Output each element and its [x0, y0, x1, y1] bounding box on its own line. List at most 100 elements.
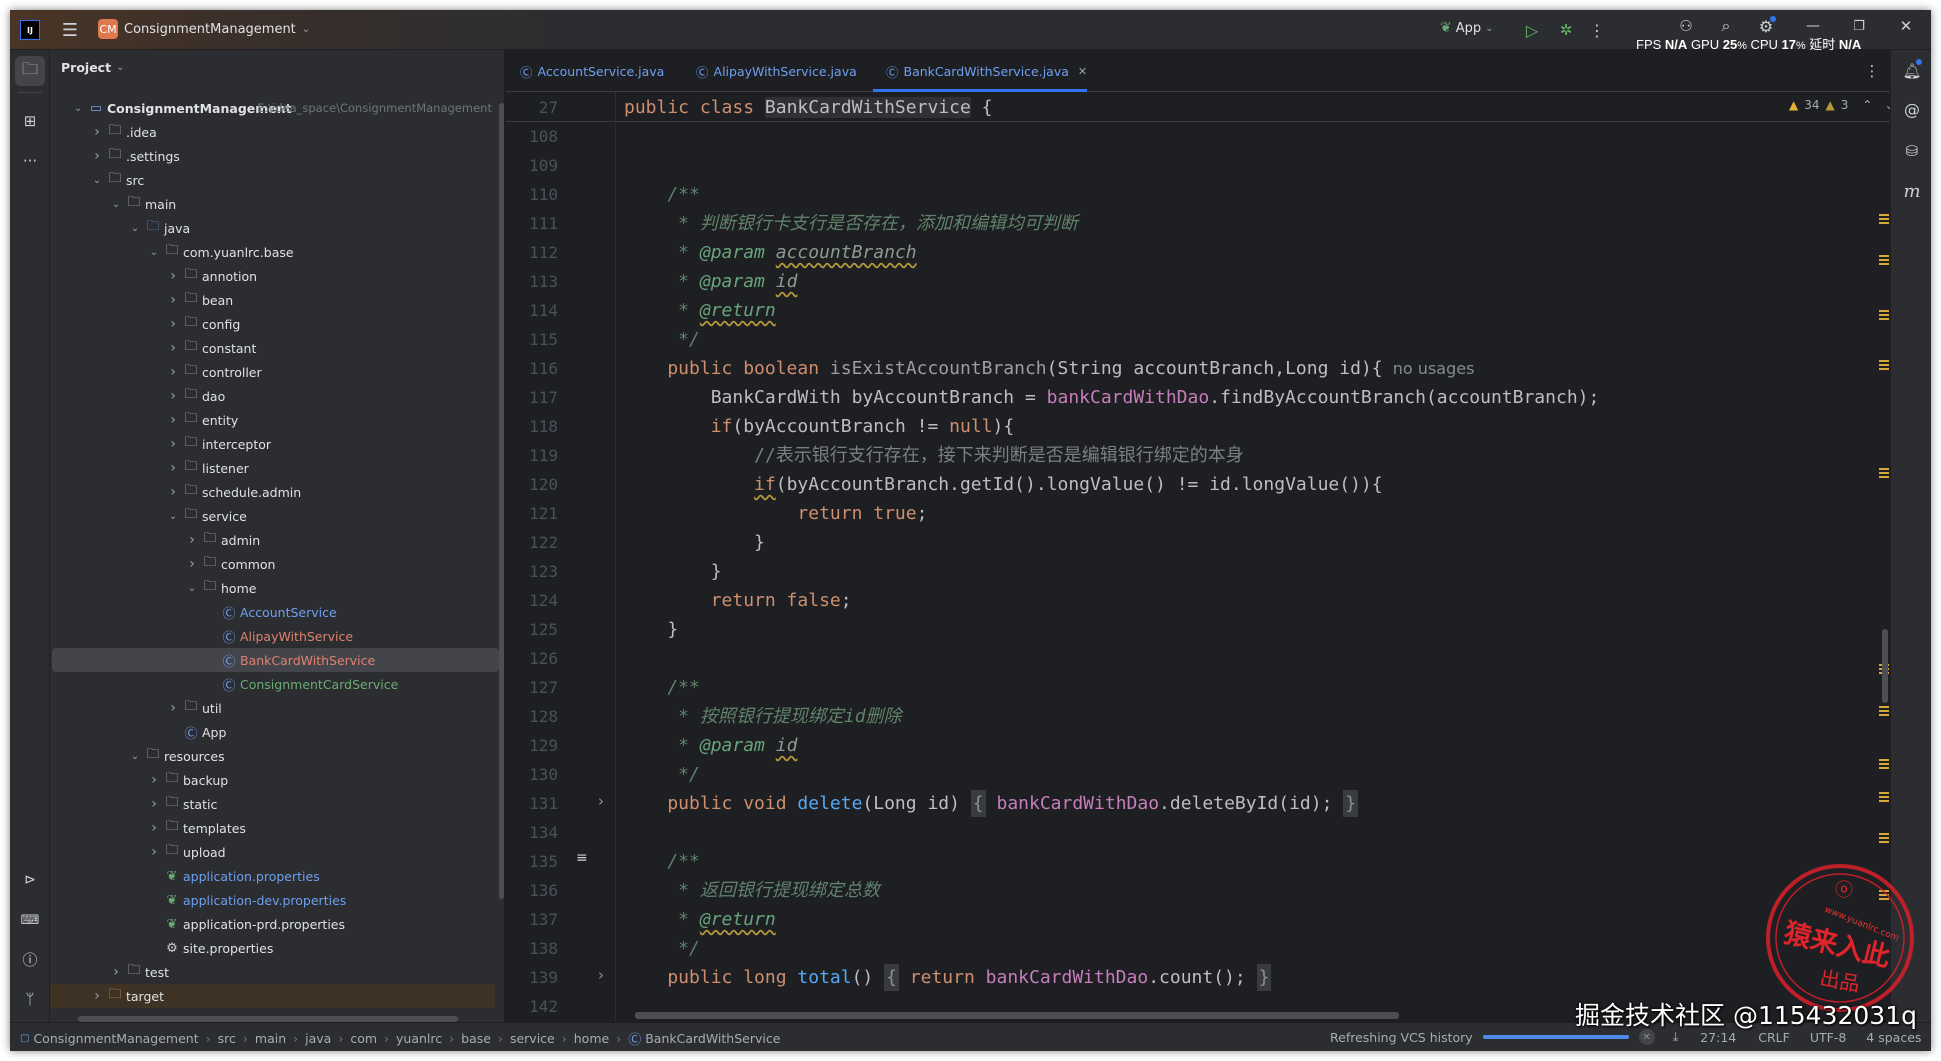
tree-item[interactable]: › 🗀 admin — [50, 528, 495, 552]
maven-icon[interactable]: m — [1897, 176, 1927, 206]
breadcrumb-item[interactable]: base — [461, 1031, 491, 1046]
chevron-down-icon[interactable]: ⌄ — [186, 583, 198, 594]
warning-stripe-mark[interactable] — [1879, 255, 1889, 257]
tree-item[interactable]: ⌄ 🗀 src — [50, 168, 495, 192]
breadcrumb-item[interactable]: src — [218, 1031, 236, 1046]
breadcrumb-item[interactable]: home — [574, 1031, 609, 1046]
chevron-right-icon[interactable]: › — [91, 124, 103, 140]
folded-code-placeholder[interactable]: } — [1256, 964, 1272, 991]
inspection-widget[interactable]: ▲ 34 ▲ 3 ⌃ ⌄ — [1789, 98, 1890, 112]
breadcrumb-item[interactable]: service — [510, 1031, 555, 1046]
chevron-right-icon[interactable]: › — [186, 556, 198, 572]
breadcrumb-item[interactable]: yuanlrc — [396, 1031, 442, 1046]
tree-item[interactable]: › 🗀 constant — [50, 336, 495, 360]
tree-item[interactable]: ❦ application-prd.properties — [50, 912, 495, 936]
tree-item[interactable]: › 🗀 test — [50, 960, 495, 984]
close-tab-icon[interactable]: ✕ — [1078, 65, 1087, 78]
breadcrumb-item[interactable]: com — [350, 1031, 377, 1046]
structure-icon[interactable]: ⊞ — [15, 106, 45, 136]
warning-stripe-mark[interactable] — [1879, 360, 1889, 362]
chevron-right-icon[interactable]: › — [167, 412, 179, 428]
code-editor[interactable]: ▲ 34 ▲ 3 ⌃ ⌄ 27 public class BankCardWithSer… — [506, 92, 1890, 1022]
run-icon[interactable]: ▷ — [1520, 18, 1544, 42]
chevron-right-icon[interactable]: › — [167, 460, 179, 476]
ai-assistant-spiral-icon[interactable]: @ — [1897, 94, 1927, 124]
warning-stripe-mark[interactable] — [1879, 706, 1889, 708]
tab-alipay-with-service[interactable]: Ⓒ AlipayWithService.java — [696, 50, 857, 92]
chevron-right-icon[interactable]: › — [148, 844, 160, 860]
warning-stripe-mark[interactable] — [1879, 214, 1889, 216]
project-folder-icon[interactable]: 🗀 — [15, 56, 45, 86]
chevron-down-icon[interactable]: ⌄ — [110, 199, 122, 210]
tree-item[interactable]: › 🗀 templates — [50, 816, 495, 840]
tree-item[interactable]: ⌄ 🗀 service — [50, 504, 495, 528]
more-actions-icon[interactable]: ⋮ — [1587, 18, 1607, 42]
chevron-right-icon[interactable]: › — [148, 796, 160, 812]
tree-item[interactable]: › 🗀 entity — [50, 408, 495, 432]
tree-item[interactable]: › 🗀 annotion — [50, 264, 495, 288]
chevron-right-icon[interactable]: › — [167, 316, 179, 332]
tree-item[interactable]: Ⓒ ConsignmentCardService — [50, 672, 495, 696]
folded-code-placeholder[interactable]: } — [1343, 790, 1359, 817]
chevron-down-icon[interactable]: ⌄ — [148, 247, 160, 258]
warning-stripe-mark[interactable] — [1879, 833, 1889, 835]
fold-expand-icon[interactable]: › — [598, 966, 604, 984]
chevron-down-icon[interactable]: ⌄ — [167, 511, 179, 522]
chevron-right-icon[interactable]: › — [167, 292, 179, 308]
run-config-selector[interactable]: ❦ App ⌄ — [1440, 20, 1494, 36]
chevron-right-icon[interactable]: › — [148, 820, 160, 836]
chevron-right-icon[interactable]: › — [167, 340, 179, 356]
tab-bank-card-with-service[interactable]: Ⓒ BankCardWithService.java ✕ — [886, 50, 1087, 92]
tab-account-service[interactable]: Ⓒ AccountService.java — [520, 50, 664, 92]
tree-item[interactable]: › 🗀 interceptor — [50, 432, 495, 456]
tree-item[interactable]: ❦ application.properties — [50, 864, 495, 888]
tree-item[interactable]: › 🗀 dao — [50, 384, 495, 408]
tree-item[interactable]: ⌄ 🗀 main — [50, 192, 495, 216]
breadcrumb-item[interactable]: java — [305, 1031, 331, 1046]
chevron-right-icon[interactable]: › — [91, 988, 103, 1004]
chevron-down-icon[interactable]: ⌄ — [72, 103, 84, 114]
database-icon[interactable]: ⛁ — [1897, 136, 1927, 166]
fold-expand-icon[interactable]: › — [598, 792, 604, 810]
tree-item[interactable]: ⚙ site.properties — [50, 936, 495, 960]
tree-item[interactable]: Ⓒ AccountService — [50, 600, 495, 624]
chevron-right-icon[interactable]: › — [167, 268, 179, 284]
terminal-icon[interactable]: ⌨ — [15, 905, 45, 935]
warning-stripe-mark[interactable] — [1879, 468, 1889, 470]
tree-item[interactable]: › 🗀 util — [50, 696, 495, 720]
chevron-right-icon[interactable]: › — [167, 388, 179, 404]
breadcrumb-item[interactable]: main — [255, 1031, 286, 1046]
warning-stripe-mark[interactable] — [1879, 310, 1889, 312]
git-branch-icon[interactable]: ᛘ — [15, 984, 45, 1014]
folded-code-placeholder[interactable]: { — [970, 790, 986, 817]
chevron-down-icon[interactable]: ⌄ — [91, 175, 103, 186]
tree-item[interactable]: › 🗀 schedule.admin — [50, 480, 495, 504]
tree-item[interactable]: › 🗀 controller — [50, 360, 495, 384]
chevron-right-icon[interactable]: › — [167, 436, 179, 452]
chevron-right-icon[interactable]: › — [167, 364, 179, 380]
editor-horizontal-scrollbar[interactable] — [635, 1012, 1399, 1019]
tree-item[interactable]: ⌄ 🗀 java — [50, 216, 495, 240]
tree-item[interactable]: ⌄ ▭ ConsignmentManagement E:\idea_space\Con… — [50, 96, 495, 120]
tree-item[interactable]: Ⓒ App — [50, 720, 495, 744]
tree-item[interactable]: › 🗀 .settings — [50, 144, 495, 168]
chevron-right-icon[interactable]: › — [148, 772, 160, 788]
warning-stripe-mark[interactable] — [1879, 759, 1889, 761]
chevron-right-icon[interactable]: › — [110, 964, 122, 980]
tree-item[interactable]: › 🗀 common — [50, 552, 495, 576]
breadcrumb-item[interactable]: BankCardWithService — [645, 1031, 780, 1046]
tree-item[interactable]: › 🗀 backup — [50, 768, 495, 792]
tab-options-icon[interactable]: ⋮ — [1864, 60, 1880, 82]
tree-item[interactable]: › 🗀 config — [50, 312, 495, 336]
tree-item[interactable]: › 🗀 upload — [50, 840, 495, 864]
tree-item[interactable]: Ⓒ BankCardWithService — [52, 648, 499, 672]
tree-item[interactable]: › 🗀 listener — [50, 456, 495, 480]
background-task-label[interactable]: Refreshing VCS history — [1330, 1030, 1473, 1045]
notifications-bell-icon[interactable]: 🔔︎ — [1897, 56, 1927, 86]
tree-item[interactable]: › 🗀 static — [50, 792, 495, 816]
tree-item[interactable]: Ⓒ AlipayWithService — [50, 624, 495, 648]
project-tree-scrollbar[interactable] — [499, 103, 504, 899]
close-window-icon[interactable]: ✕ — [1894, 14, 1918, 38]
chevron-right-icon[interactable]: › — [167, 484, 179, 500]
tree-item[interactable]: ⌄ 🗀 com.yuanlrc.base — [50, 240, 495, 264]
